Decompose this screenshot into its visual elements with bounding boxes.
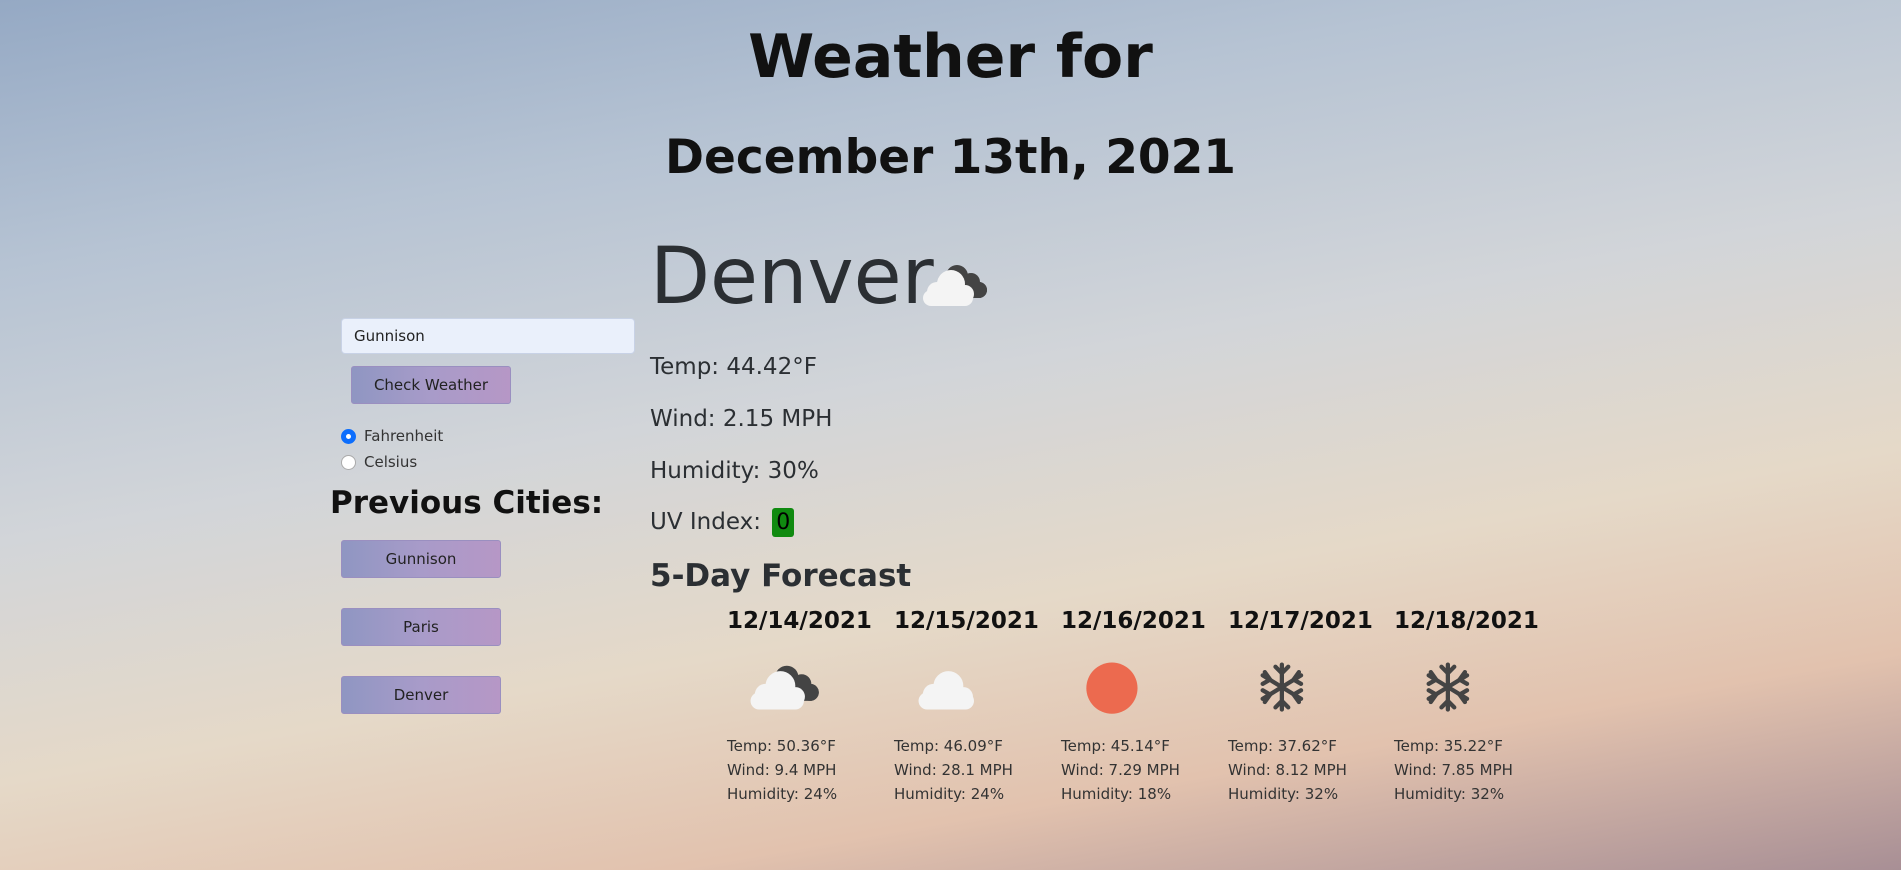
uv-label: UV Index: (650, 509, 761, 535)
sun-icon (1086, 662, 1138, 714)
forecast-day: 12/18/2021 Temp: 35.22°F Wind: 7.85 MPH … (1394, 608, 1544, 806)
snowflake-icon (1426, 662, 1470, 712)
snowflake-icon (1260, 662, 1304, 712)
forecast-humidity: Humidity: 18% (1061, 785, 1172, 803)
previous-cities-title: Previous Cities: (330, 485, 604, 521)
forecast-humidity: Humidity: 32% (1228, 785, 1339, 803)
forecast-temp: Temp: 45.14°F (1061, 737, 1170, 755)
celsius-option[interactable]: Celsius (341, 453, 417, 471)
forecast-date: 12/17/2021 (1228, 608, 1373, 634)
forecast-day: 12/16/2021 Temp: 45.14°F Wind: 7.29 MPH … (1061, 608, 1211, 806)
forecast-humidity: Humidity: 24% (727, 785, 838, 803)
forecast-date: 12/14/2021 (727, 608, 872, 634)
fahrenheit-option[interactable]: Fahrenheit (341, 427, 443, 445)
celsius-label: Celsius (364, 453, 418, 471)
partly-cloudy-icon (750, 665, 819, 710)
fahrenheit-radio[interactable] (341, 428, 356, 444)
forecast-date: 12/16/2021 (1061, 608, 1206, 634)
forecast-humidity: Humidity: 32% (1394, 785, 1505, 803)
forecast-temp: Temp: 35.22°F (1394, 737, 1503, 755)
forecast-temp: Temp: 37.62°F (1228, 737, 1337, 755)
forecast-wind: Wind: 8.12 MPH (1228, 761, 1347, 779)
forecast-date: 12/15/2021 (894, 608, 1039, 634)
celsius-radio[interactable] (341, 454, 356, 470)
current-uv: UV Index: 0 (650, 508, 795, 537)
forecast-temp: Temp: 50.36°F (727, 737, 836, 755)
current-wind: Wind: 2.15 MPH (650, 406, 833, 432)
forecast-wind: Wind: 7.85 MPH (1394, 761, 1513, 779)
forecast-wind: Wind: 9.4 MPH (727, 761, 837, 779)
uv-badge: 0 (772, 508, 795, 537)
current-city-name: Denver (650, 232, 934, 322)
partly-cloudy-icon (923, 265, 987, 306)
current-humidity: Humidity: 30% (650, 458, 819, 484)
page-title: Weather for (748, 22, 1153, 92)
forecast-humidity: Humidity: 24% (894, 785, 1005, 803)
forecast-day: 12/17/2021 Temp: 37.62°F Wind: 8.12 MPH … (1228, 608, 1378, 806)
current-temp: Temp: 44.42°F (650, 354, 817, 380)
current-date: December 13th, 2021 (664, 130, 1237, 185)
forecast-wind: Wind: 28.1 MPH (894, 761, 1013, 779)
forecast-date: 12/18/2021 (1394, 608, 1539, 634)
forecast-title: 5-Day Forecast (650, 558, 912, 594)
previous-city-button[interactable]: Denver (341, 676, 501, 714)
forecast-temp: Temp: 46.09°F (894, 737, 1003, 755)
previous-city-button[interactable]: Gunnison (341, 540, 501, 578)
forecast-day: 12/14/2021 Temp: 50.36°F Wind: 9.4 MPH H… (727, 608, 877, 806)
forecast-day: 12/15/2021 Temp: 46.09°F Wind: 28.1 MPH … (894, 608, 1044, 806)
check-weather-button[interactable]: Check Weather (351, 366, 511, 404)
fahrenheit-label: Fahrenheit (364, 427, 444, 445)
previous-city-button[interactable]: Paris (341, 608, 501, 646)
forecast-wind: Wind: 7.29 MPH (1061, 761, 1180, 779)
cloud-icon (918, 671, 974, 710)
city-search-input[interactable] (341, 318, 635, 354)
